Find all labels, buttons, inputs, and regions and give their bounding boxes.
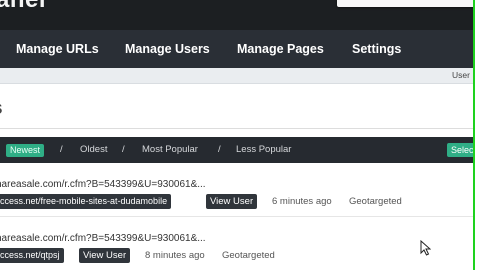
time-ago: 6 minutes ago — [272, 196, 332, 207]
nav-settings[interactable]: Settings — [352, 42, 401, 56]
heading-divider — [0, 128, 474, 129]
app-logo[interactable]: anel — [0, 0, 46, 14]
right-gutter — [475, 0, 480, 270]
main-nav: Manage URLs Manage Users Manage Pages Se… — [0, 30, 480, 68]
sort-separator: / — [122, 144, 125, 155]
list-item: hareasale.com/r.cfm?B=543399&U=930061&..… — [0, 179, 474, 229]
sort-separator: / — [218, 144, 221, 155]
page-title: s — [0, 98, 3, 120]
nav-manage-urls[interactable]: Manage URLs — [16, 42, 99, 56]
sort-less-popular-link[interactable]: Less Popular — [236, 144, 291, 155]
view-user-button[interactable]: View User — [206, 194, 258, 209]
list-item: hareasale.com/r.cfm?B=543399&U=930061&..… — [0, 233, 474, 270]
short-url[interactable]: ccess.net/qtpsj — [0, 248, 64, 263]
nav-manage-users[interactable]: Manage Users — [125, 42, 210, 56]
view-user-button[interactable]: View User — [79, 248, 131, 263]
row-divider — [0, 216, 474, 217]
long-url[interactable]: hareasale.com/r.cfm?B=543399&U=930061&..… — [0, 179, 206, 190]
mouse-cursor-icon — [420, 240, 431, 256]
sort-separator: / — [60, 144, 63, 155]
long-url[interactable]: hareasale.com/r.cfm?B=543399&U=930061&..… — [0, 233, 206, 244]
sort-newest-button[interactable]: Newest — [6, 144, 45, 157]
nav-manage-pages[interactable]: Manage Pages — [237, 42, 324, 56]
sort-most-popular-link[interactable]: Most Popular — [142, 144, 198, 155]
sub-bar: User — [0, 68, 480, 84]
short-url[interactable]: ccess.net/free-mobile-sites-at-dudamobil… — [0, 194, 172, 209]
geotargeted-label: Geotargeted — [222, 250, 275, 261]
sort-oldest-link[interactable]: Oldest — [80, 144, 107, 155]
time-ago: 8 minutes ago — [145, 250, 205, 261]
sort-bar: Newest / Oldest / Most Popular / Less Po… — [0, 137, 480, 163]
geotargeted-label: Geotargeted — [349, 196, 402, 207]
user-label[interactable]: User — [452, 70, 470, 80]
search-input[interactable] — [337, 0, 477, 7]
top-header: anel — [0, 0, 480, 30]
